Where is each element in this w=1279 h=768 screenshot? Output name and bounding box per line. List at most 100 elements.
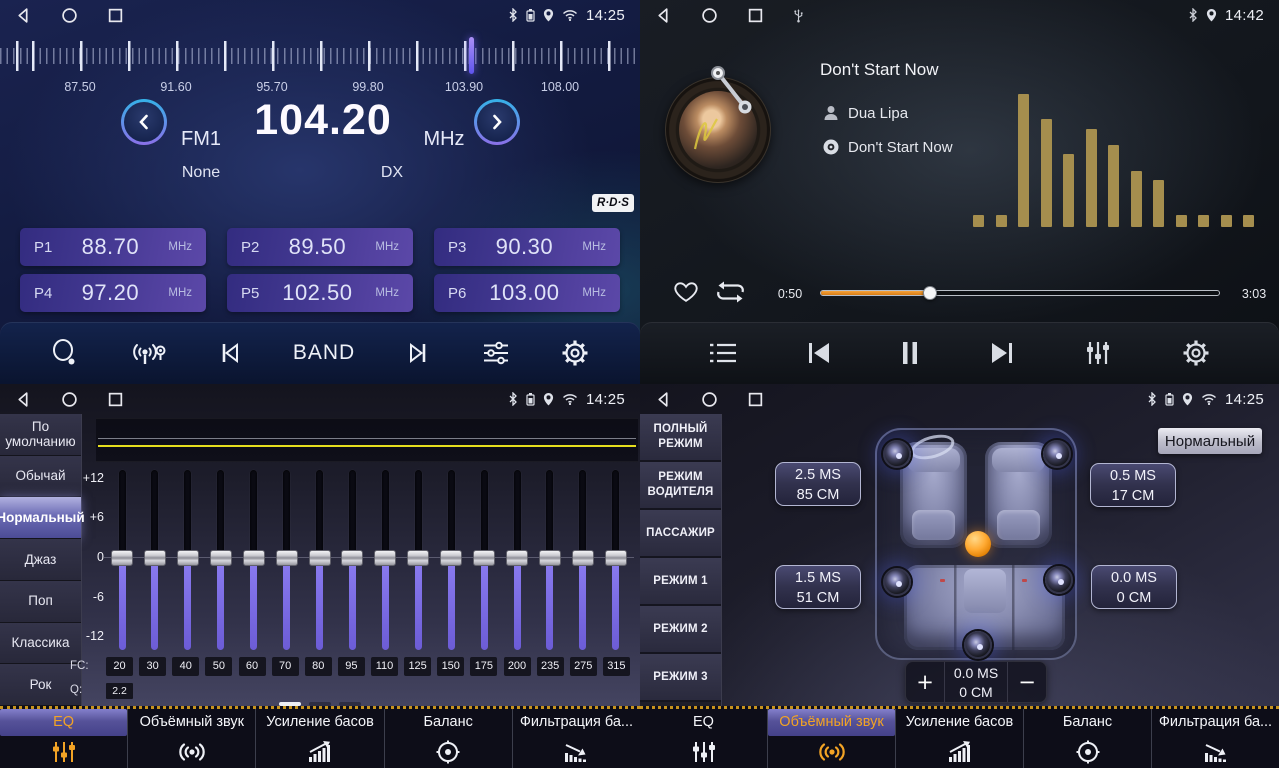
progress-knob[interactable]: [923, 286, 937, 300]
tab-filter[interactable]: Фильтрация ба...: [513, 709, 640, 768]
eq-band-slider-0[interactable]: [110, 470, 134, 650]
surround-mode-4[interactable]: РЕЖИМ 2: [640, 606, 721, 654]
tab-filter[interactable]: Фильтрация ба...: [1152, 709, 1279, 768]
next-track-button[interactable]: [989, 341, 1015, 365]
tab-surround[interactable]: Объёмный звук: [768, 709, 896, 768]
next-station-button[interactable]: [405, 340, 431, 366]
eq-band-slider-6[interactable]: [308, 470, 332, 650]
eq-fc-value-6[interactable]: 80: [305, 657, 332, 676]
radio-preset-p5[interactable]: P5 102.50 MHz: [227, 274, 413, 312]
delay-rear-left[interactable]: 1.5 MS 51 CM: [775, 565, 861, 609]
back-icon[interactable]: [15, 391, 32, 408]
previous-station-button[interactable]: [217, 340, 243, 366]
equalizer-button[interactable]: [481, 340, 511, 366]
recents-icon[interactable]: [107, 391, 124, 408]
eq-fc-value-7[interactable]: 95: [338, 657, 365, 676]
eq-band-slider-3[interactable]: [209, 470, 233, 650]
tab-balance[interactable]: Баланс: [1024, 709, 1152, 768]
delay-front-right[interactable]: 0.5 MS 17 CM: [1090, 463, 1176, 507]
recents-icon[interactable]: [747, 7, 764, 24]
slider-knob[interactable]: [111, 550, 133, 566]
eq-band-slider-1[interactable]: [143, 470, 167, 650]
eq-fc-value-5[interactable]: 70: [272, 657, 299, 676]
tab-surround[interactable]: Объёмный звук: [128, 709, 256, 768]
tab-eq[interactable]: EQ: [640, 709, 768, 768]
tab-bass[interactable]: Усиление басов: [256, 709, 384, 768]
eq-band-slider-5[interactable]: [275, 470, 299, 650]
home-icon[interactable]: [701, 391, 718, 408]
eq-fc-value-12[interactable]: 200: [504, 657, 531, 676]
eq-fc-value-11[interactable]: 175: [470, 657, 497, 676]
eq-fc-value-13[interactable]: 235: [537, 657, 564, 676]
pause-button[interactable]: [900, 340, 920, 366]
eq-fc-value-1[interactable]: 30: [139, 657, 166, 676]
broadcast-button[interactable]: [129, 338, 167, 368]
eq-band-slider-15[interactable]: [604, 470, 628, 650]
eq-band-slider-11[interactable]: [472, 470, 496, 650]
slider-knob[interactable]: [341, 550, 363, 566]
delay-rear-right[interactable]: 0.0 MS 0 CM: [1091, 565, 1177, 609]
scan-button[interactable]: [50, 338, 80, 368]
repeat-button[interactable]: [714, 279, 747, 305]
eq-band-slider-14[interactable]: [571, 470, 595, 650]
recents-icon[interactable]: [747, 391, 764, 408]
slider-knob[interactable]: [210, 550, 232, 566]
progress-bar[interactable]: [820, 290, 1220, 296]
slider-knob[interactable]: [605, 550, 627, 566]
surround-mode-1[interactable]: РЕЖИМ ВОДИТЕЛЯ: [640, 462, 721, 510]
eq-fc-value-15[interactable]: 315: [603, 657, 630, 676]
eq-fc-value-4[interactable]: 60: [239, 657, 266, 676]
eq-band-slider-7[interactable]: [340, 470, 364, 650]
radio-preset-p3[interactable]: P3 90.30 MHz: [434, 228, 620, 266]
listening-position-marker[interactable]: [965, 531, 991, 557]
slider-knob[interactable]: [374, 550, 396, 566]
radio-preset-p1[interactable]: P1 88.70 MHz: [20, 228, 206, 266]
settings-button[interactable]: [560, 338, 590, 368]
tuner-dial[interactable]: 87.5091.6095.7099.80103.90108.00: [0, 30, 640, 100]
back-icon[interactable]: [15, 7, 32, 24]
eq-band-slider-10[interactable]: [439, 470, 463, 650]
eq-band-slider-2[interactable]: [176, 470, 200, 650]
slider-knob[interactable]: [243, 550, 265, 566]
home-icon[interactable]: [61, 391, 78, 408]
eq-fc-value-10[interactable]: 150: [437, 657, 464, 676]
slider-knob[interactable]: [407, 550, 429, 566]
eq-fc-value-14[interactable]: 275: [570, 657, 597, 676]
slider-knob[interactable]: [177, 550, 199, 566]
recents-icon[interactable]: [107, 7, 124, 24]
tab-bass[interactable]: Усиление басов: [896, 709, 1024, 768]
surround-mode-0[interactable]: ПОЛНЫЙ РЕЖИМ: [640, 414, 721, 462]
settings-button[interactable]: [1181, 338, 1211, 368]
radio-preset-p6[interactable]: P6 103.00 MHz: [434, 274, 620, 312]
eq-band-slider-9[interactable]: [406, 470, 430, 650]
tab-eq[interactable]: EQ: [0, 709, 128, 768]
eq-band-slider-12[interactable]: [505, 470, 529, 650]
slider-knob[interactable]: [309, 550, 331, 566]
slider-knob[interactable]: [572, 550, 594, 566]
eq-band-slider-13[interactable]: [538, 470, 562, 650]
equalizer-button[interactable]: [1083, 339, 1113, 367]
back-icon[interactable]: [655, 7, 672, 24]
previous-track-button[interactable]: [806, 341, 832, 365]
eq-fc-value-9[interactable]: 125: [404, 657, 431, 676]
surround-mode-3[interactable]: РЕЖИМ 1: [640, 558, 721, 606]
slider-knob[interactable]: [506, 550, 528, 566]
slider-knob[interactable]: [440, 550, 462, 566]
back-icon[interactable]: [655, 391, 672, 408]
home-icon[interactable]: [701, 7, 718, 24]
eq-fc-value-3[interactable]: 50: [205, 657, 232, 676]
eq-fc-value-2[interactable]: 40: [172, 657, 199, 676]
delay-front-left[interactable]: 2.5 MS 85 CM: [775, 462, 861, 506]
eq-fc-value-0[interactable]: 20: [106, 657, 133, 676]
slider-knob[interactable]: [539, 550, 561, 566]
surround-preset-button[interactable]: Нормальный: [1158, 428, 1262, 454]
radio-preset-p4[interactable]: P4 97.20 MHz: [20, 274, 206, 312]
favorite-button[interactable]: [672, 279, 700, 304]
tune-down-button[interactable]: [121, 99, 167, 145]
slider-knob[interactable]: [144, 550, 166, 566]
eq-fc-value-8[interactable]: 110: [371, 657, 398, 676]
decrease-delay-button[interactable]: −: [1008, 662, 1046, 702]
playlist-button[interactable]: [708, 341, 738, 365]
tab-balance[interactable]: Баланс: [385, 709, 513, 768]
surround-mode-2[interactable]: ПАССАЖИР: [640, 510, 721, 558]
